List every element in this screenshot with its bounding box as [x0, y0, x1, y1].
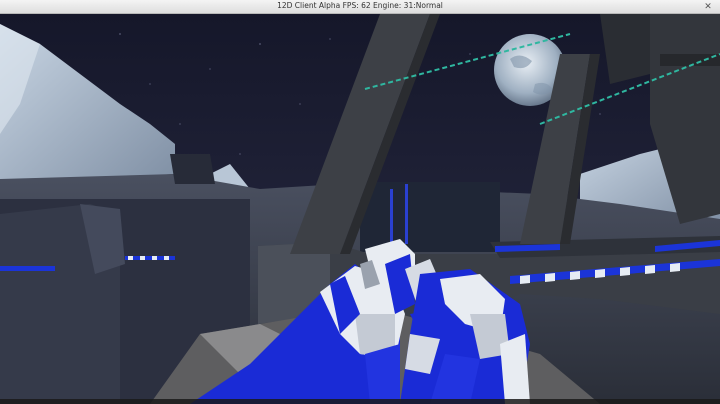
- status-strip: [0, 399, 720, 404]
- title-bar[interactable]: 12D Client Alpha FPS: 62 Engine: 31:Norm…: [0, 0, 720, 14]
- close-icon[interactable]: ✕: [702, 1, 714, 13]
- game-scene: [0, 14, 720, 404]
- window-title: 12D Client Alpha FPS: 62 Engine: 31:Norm…: [277, 1, 443, 10]
- game-viewport[interactable]: [0, 14, 720, 404]
- game-window: 12D Client Alpha FPS: 62 Engine: 31:Norm…: [0, 0, 720, 404]
